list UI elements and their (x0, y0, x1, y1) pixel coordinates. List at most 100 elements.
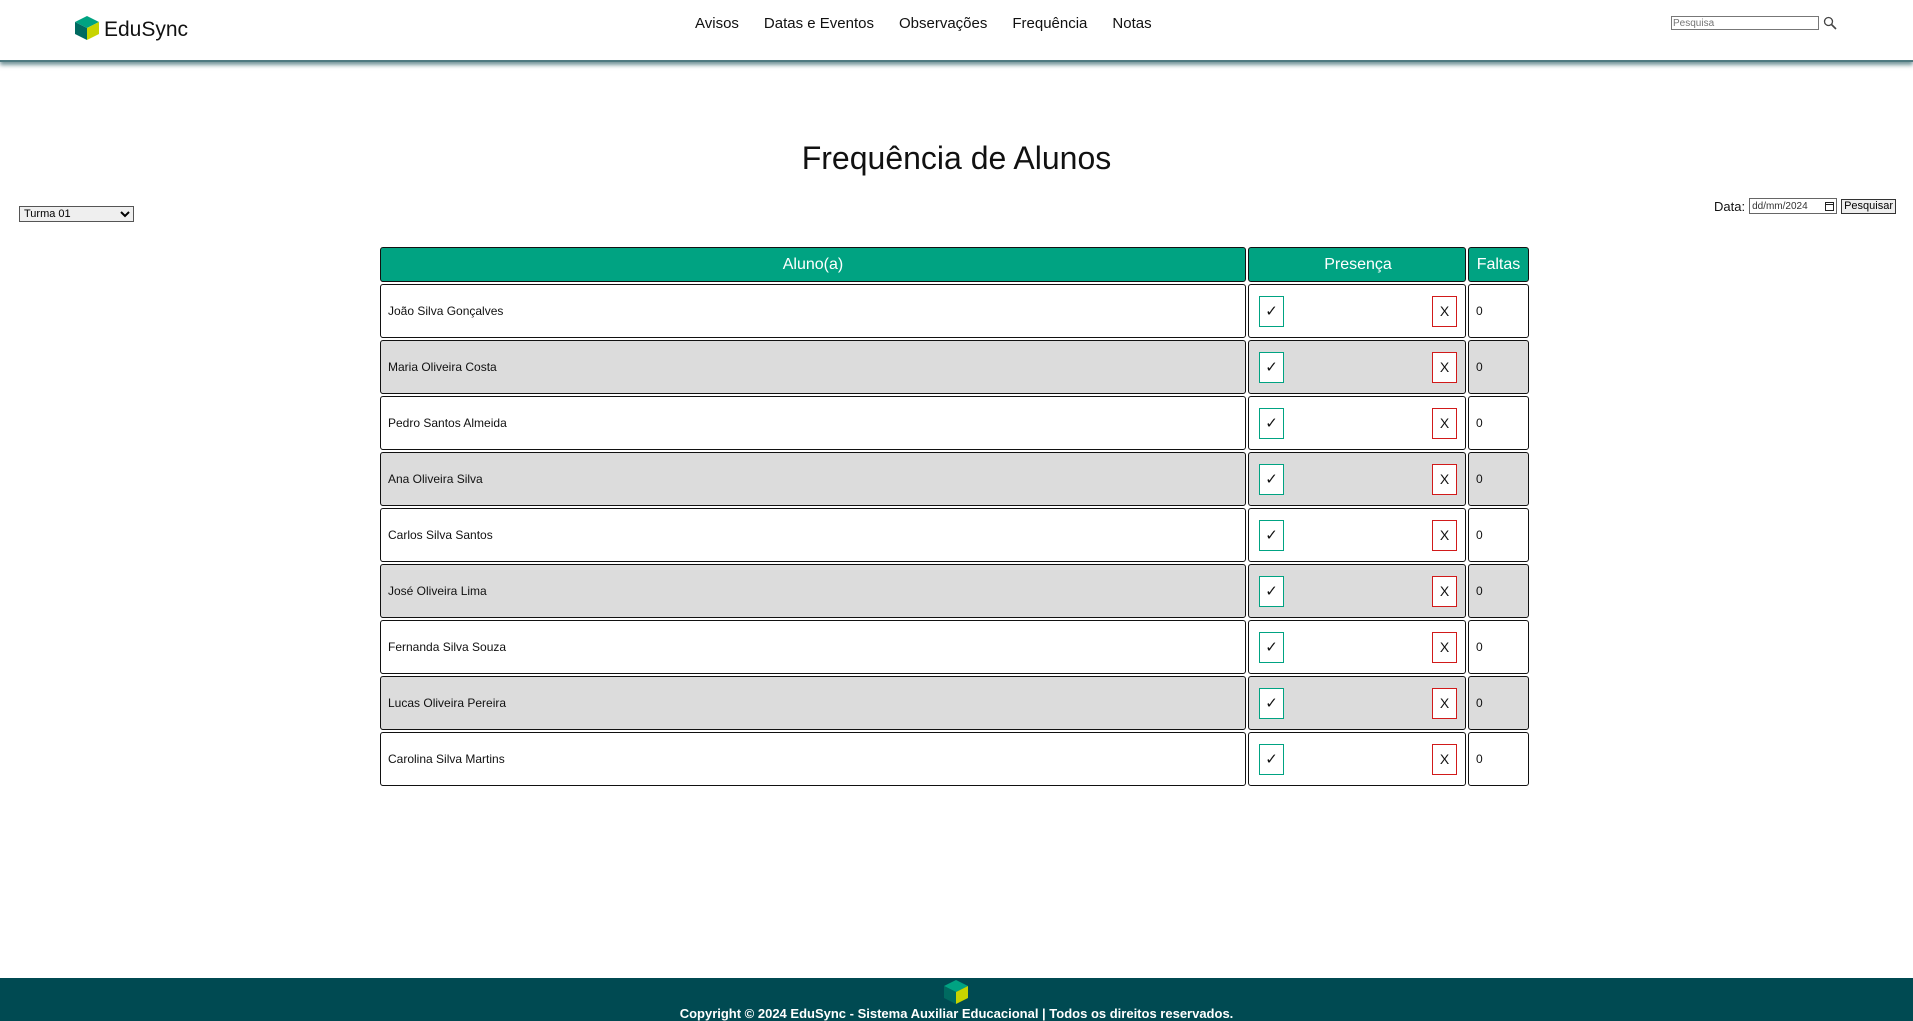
student-cell: João Silva Gonçalves (380, 284, 1246, 338)
calendar-icon[interactable] (1825, 201, 1835, 211)
student-cell: Fernanda Silva Souza (380, 620, 1246, 674)
nav-avisos[interactable]: Avisos (695, 15, 739, 32)
presence-cell: ✓ X (1248, 396, 1466, 450)
edusync-logo-icon (75, 16, 99, 40)
nav-notas[interactable]: Notas (1112, 15, 1151, 32)
student-name: Maria Oliveira Costa (388, 360, 497, 374)
date-input[interactable]: dd/mm/2024 (1749, 198, 1838, 214)
student-name: Lucas Oliveira Pereira (388, 696, 507, 710)
header-student: Aluno(a) (380, 247, 1246, 282)
absences-cell: 0 (1468, 452, 1529, 506)
presence-cell: ✓ X (1248, 564, 1466, 618)
absences-cell: 0 (1468, 508, 1529, 562)
header-presence: Presença (1248, 247, 1466, 282)
absences-cell: 0 (1468, 732, 1529, 786)
table-header-row: Aluno(a) Presença Faltas (380, 247, 1529, 282)
table-row: João Silva Gonçalves ✓ X 0 (380, 284, 1529, 338)
student-cell: Maria Oliveira Costa (380, 340, 1246, 394)
student-name: Carlos Silva Santos (388, 528, 493, 542)
mark-absent-button[interactable]: X (1432, 575, 1457, 607)
absences-cell: 0 (1468, 676, 1529, 730)
student-name: Carolina Silva Martins (388, 752, 505, 766)
footer: Copyright © 2024 EduSync - Sistema Auxil… (0, 978, 1913, 1021)
search-box (1671, 16, 1837, 30)
mark-present-button[interactable]: ✓ (1259, 463, 1284, 495)
magnifier-icon[interactable] (1823, 16, 1837, 30)
table-row: Maria Oliveira Costa ✓ X 0 (380, 340, 1529, 394)
absences-count: 0 (1476, 472, 1483, 486)
absences-count: 0 (1476, 584, 1483, 598)
main-nav: Avisos Datas e Eventos Observações Frequ… (695, 15, 1177, 32)
student-cell: Ana Oliveira Silva (380, 452, 1246, 506)
table-row: Lucas Oliveira Pereira ✓ X 0 (380, 676, 1529, 730)
student-cell: Carolina Silva Martins (380, 732, 1246, 786)
nav-datas-eventos[interactable]: Datas e Eventos (764, 15, 874, 32)
presence-cell: ✓ X (1248, 732, 1466, 786)
presence-cell: ✓ X (1248, 508, 1466, 562)
presence-cell: ✓ X (1248, 676, 1466, 730)
mark-absent-button[interactable]: X (1432, 631, 1457, 663)
absences-cell: 0 (1468, 396, 1529, 450)
mark-present-button[interactable]: ✓ (1259, 407, 1284, 439)
mark-present-button[interactable]: ✓ (1259, 743, 1284, 775)
student-name: João Silva Gonçalves (388, 304, 504, 318)
absences-count: 0 (1476, 360, 1483, 374)
table-row: Fernanda Silva Souza ✓ X 0 (380, 620, 1529, 674)
mark-absent-button[interactable]: X (1432, 351, 1457, 383)
brand-name: EduSync (104, 18, 189, 41)
absences-count: 0 (1476, 696, 1483, 710)
footer-logo-icon (944, 980, 968, 1004)
mark-present-button[interactable]: ✓ (1259, 575, 1284, 607)
presence-cell: ✓ X (1248, 340, 1466, 394)
absences-cell: 0 (1468, 340, 1529, 394)
absences-count: 0 (1476, 416, 1483, 430)
absences-cell: 0 (1468, 564, 1529, 618)
presence-cell: ✓ X (1248, 284, 1466, 338)
presence-cell: ✓ X (1248, 620, 1466, 674)
header-absences: Faltas (1468, 247, 1529, 282)
mark-absent-button[interactable]: X (1432, 743, 1457, 775)
date-year: 2024 (1785, 200, 1808, 212)
student-name: Ana Oliveira Silva (388, 472, 483, 486)
page-title: Frequência de Alunos (801, 140, 1112, 176)
mark-present-button[interactable]: ✓ (1259, 519, 1284, 551)
absences-count: 0 (1476, 752, 1483, 766)
date-placeholder: dd/mm/ (1752, 200, 1786, 212)
student-name: Pedro Santos Almeida (388, 416, 507, 430)
search-input[interactable] (1671, 16, 1819, 30)
student-name: Fernanda Silva Souza (388, 640, 507, 654)
absences-count: 0 (1476, 304, 1483, 318)
absences-cell: 0 (1468, 284, 1529, 338)
student-cell: Pedro Santos Almeida (380, 396, 1246, 450)
attendance-table: Aluno(a) Presença Faltas João Silva Gonç… (380, 247, 1529, 788)
mark-absent-button[interactable]: X (1432, 687, 1457, 719)
nav-frequencia[interactable]: Frequência (1012, 15, 1087, 32)
table-row: Pedro Santos Almeida ✓ X 0 (380, 396, 1529, 450)
mark-present-button[interactable]: ✓ (1259, 631, 1284, 663)
table-body: João Silva Gonçalves ✓ X 0 Maria Oliveira Co… (380, 284, 1529, 786)
date-label: Data: (1714, 198, 1746, 214)
mark-absent-button[interactable]: X (1432, 519, 1457, 551)
student-cell: José Oliveira Lima (380, 564, 1246, 618)
footer-copyright: Copyright © 2024 EduSync - Sistema Auxil… (679, 1006, 1234, 1021)
nav-observacoes[interactable]: Observações (899, 15, 987, 32)
table-row: Carolina Silva Martins ✓ X 0 (380, 732, 1529, 786)
brand-logo[interactable]: EduSync (74, 14, 188, 42)
mark-absent-button[interactable]: X (1432, 407, 1457, 439)
presence-cell: ✓ X (1248, 452, 1466, 506)
mark-present-button[interactable]: ✓ (1259, 351, 1284, 383)
date-input-value: dd/mm/2024 (1752, 201, 1808, 212)
date-filter: Data: dd/mm/2024 Pesquisar (1714, 198, 1896, 214)
mark-present-button[interactable]: ✓ (1259, 295, 1284, 327)
absences-count: 0 (1476, 528, 1483, 542)
absences-cell: 0 (1468, 620, 1529, 674)
table-row: Ana Oliveira Silva ✓ X 0 (380, 452, 1529, 506)
mark-absent-button[interactable]: X (1432, 295, 1457, 327)
search-date-button[interactable]: Pesquisar (1841, 198, 1896, 214)
student-name: José Oliveira Lima (388, 584, 487, 598)
mark-present-button[interactable]: ✓ (1259, 687, 1284, 719)
turma-select[interactable]: Turma 01 (19, 206, 134, 222)
mark-absent-button[interactable]: X (1432, 463, 1457, 495)
student-cell: Lucas Oliveira Pereira (380, 676, 1246, 730)
student-cell: Carlos Silva Santos (380, 508, 1246, 562)
